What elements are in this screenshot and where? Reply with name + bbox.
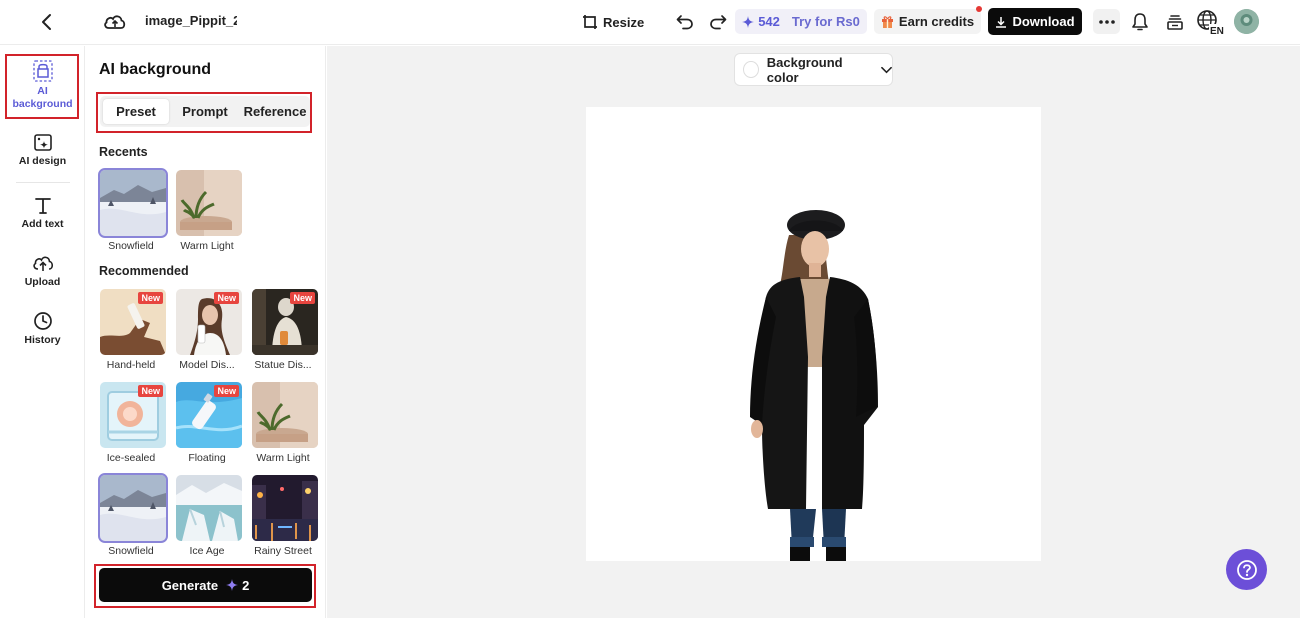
gift-icon (881, 16, 893, 28)
more-options-button[interactable] (1093, 9, 1120, 34)
preset-label: Ice-sealed (106, 452, 156, 464)
redo-icon (710, 15, 727, 30)
top-bar: image_Pippit_2C Resize 542 Try for Rs0 E… (0, 0, 1300, 45)
resize-label: Resize (603, 14, 645, 30)
user-avatar[interactable] (1234, 9, 1259, 34)
recents-heading: Recents (99, 145, 148, 159)
rainy-street-image (252, 475, 318, 541)
preset-label: Rainy Street (254, 545, 312, 557)
highlight-generate (94, 564, 316, 608)
stack-icon (1167, 15, 1183, 30)
preset-label: Snowfield (108, 240, 154, 252)
cloud-sync-icon (104, 15, 126, 29)
undo-icon (676, 15, 693, 30)
preset-label: Hand-held (106, 359, 156, 371)
preset-label: Floating (188, 452, 226, 464)
credits-count: 542 (758, 14, 780, 29)
sparkle-icon (742, 15, 755, 28)
preset-thumb-snowfield-2[interactable] (98, 473, 168, 543)
nav-ai-design[interactable]: AI design (0, 133, 85, 168)
back-button[interactable] (36, 11, 58, 33)
earn-credits-label: Earn credits (898, 14, 975, 29)
chevron-down-icon (881, 66, 892, 73)
resize-icon (583, 15, 597, 29)
try-label: Try for Rs0 (791, 14, 860, 29)
ice-age-image (176, 475, 242, 541)
upload-cloud-icon (32, 256, 53, 271)
preset-thumb-snowfield[interactable] (98, 168, 168, 238)
nav-label: History (24, 334, 61, 346)
help-button[interactable] (1226, 549, 1267, 590)
ai-design-icon (33, 134, 52, 151)
recommended-heading: Recommended (99, 264, 189, 278)
nav-label: AI design (18, 155, 67, 167)
question-mark-icon (1236, 559, 1257, 580)
nav-label: Upload (24, 276, 61, 288)
preset-thumb-ice-age[interactable] (176, 475, 242, 541)
preset-thumb-warm-light[interactable] (176, 170, 242, 236)
preset-thumb-model-display[interactable]: New (176, 289, 242, 355)
person-cutout-image (750, 210, 878, 561)
earn-credits-button[interactable]: Earn credits (874, 9, 981, 34)
clock-icon (33, 312, 52, 330)
language-code: EN (1210, 26, 1224, 36)
preset-thumb-floating[interactable]: New (176, 382, 242, 448)
new-badge: New (290, 292, 315, 304)
preset-label: Warm Light (180, 240, 234, 252)
new-badge: New (138, 292, 163, 304)
credits-button[interactable]: 542 Try for Rs0 (735, 9, 867, 34)
new-badge: New (138, 385, 163, 397)
panel-title: AI background (99, 61, 212, 78)
preset-thumb-rainy-street[interactable] (252, 475, 318, 541)
preset-label: Ice Age (189, 545, 225, 557)
download-label: Download (1012, 14, 1075, 29)
highlight-tabs (96, 92, 312, 133)
notifications-button[interactable] (1129, 10, 1151, 34)
assets-button[interactable] (1164, 10, 1186, 34)
preset-thumb-statue-display[interactable]: New (252, 289, 318, 355)
nav-divider (16, 182, 70, 183)
undo-button[interactable] (674, 11, 696, 33)
highlight-ai-background (5, 54, 79, 119)
warm-light-image (176, 170, 242, 236)
bell-icon (1132, 13, 1148, 31)
preset-label: Warm Light (256, 452, 310, 464)
new-badge: New (214, 385, 239, 397)
preset-thumb-ice-sealed[interactable]: New (100, 382, 166, 448)
avatar-icon (1234, 9, 1259, 34)
preset-thumb-hand-held[interactable]: New (100, 289, 166, 355)
preset-label: Statue Dis... (254, 359, 312, 371)
background-color-dropdown[interactable]: Background color (734, 53, 893, 86)
preset-label: Snowfield (108, 545, 154, 557)
language-button[interactable]: EN (1196, 9, 1224, 36)
nav-upload[interactable]: Upload (0, 254, 85, 289)
warm-light-image (252, 382, 318, 448)
notification-dot (976, 6, 982, 12)
nav-label: Add text (21, 218, 64, 230)
redo-button[interactable] (707, 11, 729, 33)
snowfield-image (100, 475, 166, 541)
nav-history[interactable]: History (0, 311, 85, 347)
more-dots-icon (1098, 19, 1115, 24)
chevron-left-icon (42, 14, 51, 30)
design-canvas[interactable] (586, 107, 1041, 561)
cloud-sync-button[interactable] (102, 10, 128, 34)
resize-button[interactable]: Resize (582, 11, 644, 33)
snowfield-image (100, 170, 166, 236)
preset-thumb-warm-light-2[interactable] (252, 382, 318, 448)
background-color-label: Background color (766, 54, 843, 85)
globe-icon: EN (1197, 10, 1224, 36)
text-icon (34, 198, 51, 214)
nav-add-text[interactable]: Add text (0, 196, 85, 231)
color-swatch (743, 61, 759, 78)
file-name[interactable]: image_Pippit_2C (145, 13, 237, 28)
new-badge: New (214, 292, 239, 304)
preset-label: Model Dis... (179, 359, 235, 371)
download-icon (996, 16, 1007, 28)
download-button[interactable]: Download (988, 8, 1082, 35)
